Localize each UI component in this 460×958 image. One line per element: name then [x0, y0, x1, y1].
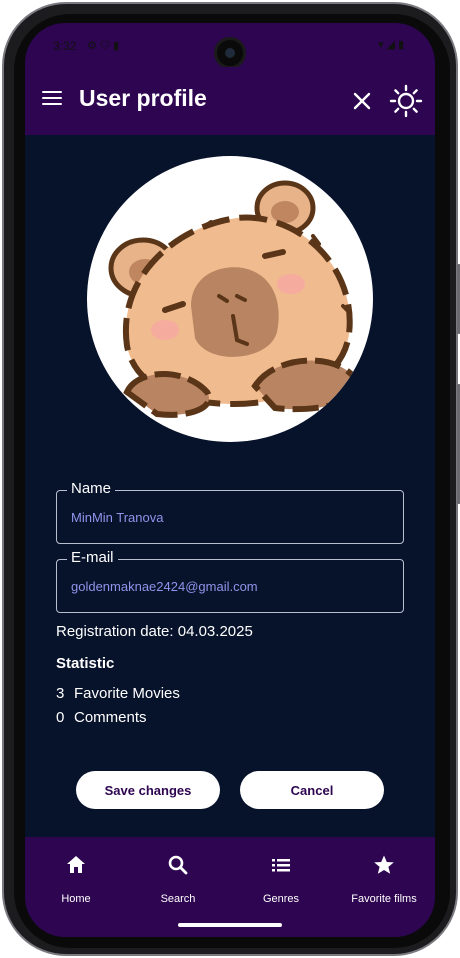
page-title: User profile [79, 85, 207, 111]
email-field[interactable]: E-mail [56, 549, 404, 613]
nav-item-favorite-films[interactable]: Favorite films [333, 837, 435, 937]
signal-icon: ◢ [386, 39, 398, 51]
nav-label-home: Home [61, 893, 91, 905]
close-icon[interactable] [350, 89, 374, 113]
nav-item-home[interactable]: Home [25, 837, 127, 937]
email-label: E-mail [67, 549, 118, 566]
star-icon [374, 855, 394, 874]
email-input[interactable] [71, 579, 391, 594]
nav-label-favorite-films: Favorite films [351, 893, 417, 905]
list-icon [272, 859, 290, 872]
menu-icon[interactable] [40, 87, 64, 111]
app-bar: User profile [25, 67, 435, 135]
stat-label: Favorite Movies [74, 685, 180, 702]
name-label: Name [67, 480, 116, 497]
battery-icon: ▮ [397, 39, 407, 51]
search-icon [168, 855, 188, 875]
home-indicator[interactable] [178, 923, 282, 927]
shield-icon: ⛉ [100, 40, 114, 52]
nav-item-genres[interactable]: Genres [230, 837, 332, 937]
capybara-avatar [108, 180, 363, 418]
status-bar: 3:32 ⚙⛉▮ ▾◢▮ [25, 23, 435, 69]
app-screen: 3:32 ⚙⛉▮ ▾◢▮ User profile Name MinMin Tr… [25, 23, 435, 937]
sun-icon[interactable] [389, 84, 423, 118]
stat-comments: 0 Comments [56, 709, 147, 726]
nav-label-search: Search [160, 893, 196, 905]
status-left-icons: ⚙⛉▮ [87, 39, 123, 53]
settings-icon: ⚙ [87, 40, 101, 52]
registration-date: Registration date: 04.03.2025 [56, 623, 253, 640]
front-camera [214, 37, 246, 69]
stat-favorite-movies: 3 Favorite Movies [56, 685, 180, 702]
save-changes-button[interactable]: Save changes [76, 771, 220, 809]
cancel-button[interactable]: Cancel [240, 771, 384, 809]
status-time: 3:32 [53, 39, 77, 53]
stat-label: Comments [74, 709, 147, 726]
stat-count: 0 [56, 709, 65, 726]
nav-label-genres: Genres [262, 893, 300, 905]
home-icon [67, 856, 85, 873]
status-right-icons: ▾◢▮ [378, 38, 407, 51]
bottom-navigation: Home Search Genres Favorite films [25, 837, 435, 937]
profile-avatar[interactable] [87, 156, 373, 442]
name-field[interactable]: Name [56, 480, 404, 544]
statistic-title: Statistic [56, 655, 115, 672]
stat-count: 3 [56, 685, 65, 702]
nav-item-search[interactable]: Search [127, 837, 229, 937]
sim-icon: ▮ [113, 40, 124, 52]
name-input[interactable] [71, 510, 391, 525]
